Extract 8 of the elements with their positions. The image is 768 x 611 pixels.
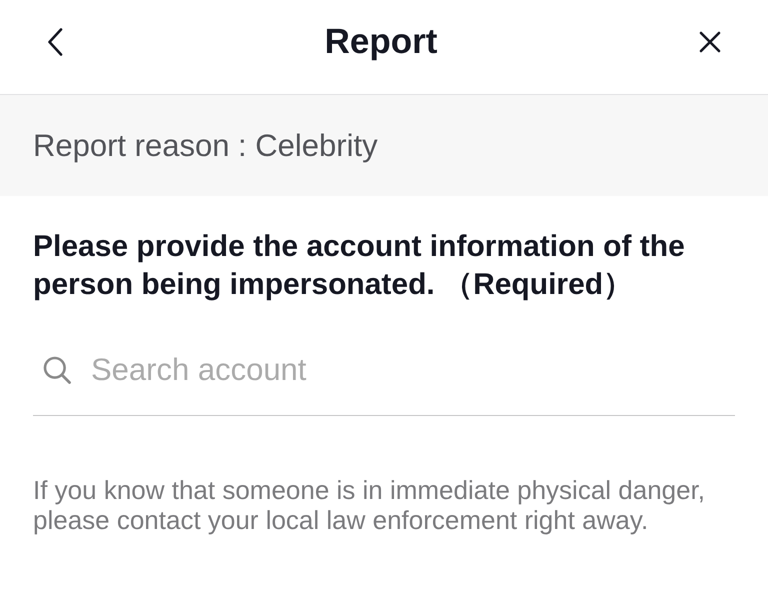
close-icon[interactable] <box>699 31 721 53</box>
back-icon[interactable] <box>47 28 63 56</box>
question-text: Please provide the account information of the person being impersonated. （Required） <box>33 229 686 303</box>
page-title: Report <box>324 21 438 63</box>
search-field[interactable]: Search account <box>33 324 735 416</box>
search-icon <box>43 356 71 384</box>
report-reason-text: Report reason : Celebrity <box>33 128 378 164</box>
safety-notice-text: If you know that someone is in immediate physical danger, please contact your local law enforcement right away. <box>33 475 706 535</box>
